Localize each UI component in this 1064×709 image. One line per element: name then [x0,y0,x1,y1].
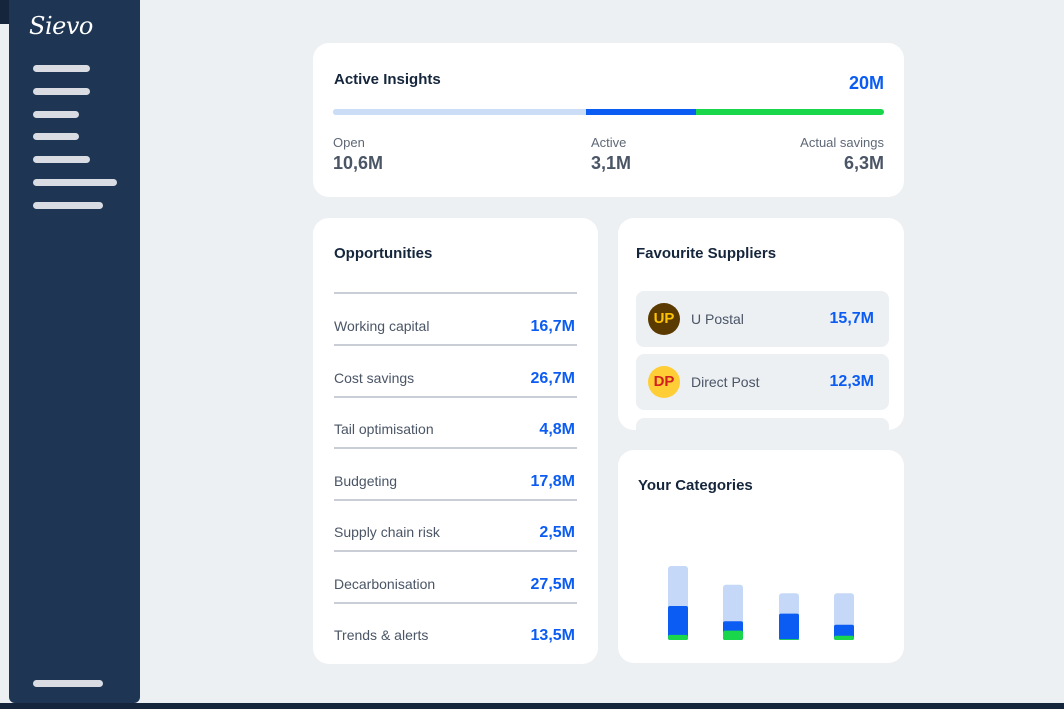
suppliers-title: Favourite Suppliers [636,245,777,262]
progress-savings-segment [696,109,884,115]
opportunity-row[interactable]: Working capital 16,7M [334,294,577,346]
supplier-row[interactable]: UP U Postal 15,7M [636,291,889,347]
supplier-avatar: DP [648,366,680,398]
open-label: Open [333,135,365,150]
opportunity-value: 26,7M [530,369,575,387]
supplier-name: Direct Post [691,374,760,390]
supplier-avatar: UP [648,303,680,335]
category-bar-savings [779,639,799,640]
opportunities-card: Opportunities Working capital 16,7M Cost s… [313,218,598,664]
category-bar-savings [723,630,743,640]
opportunity-label: Cost savings [334,369,415,386]
sidebar-item-7[interactable] [33,202,103,209]
active-value: 3,1M [591,153,632,173]
opportunity-label: Tail optimisation [334,421,434,437]
your-categories-card: Your Categories [618,450,904,663]
opportunity-value: 16,7M [530,318,575,335]
opportunity-label: Decarbonisation [334,575,436,592]
savings-label: Actual savings [800,135,884,150]
favourite-suppliers-card: Favourite Suppliers UP U Postal 15,7M DP… [618,218,904,430]
sidebar-item-1[interactable] [33,65,90,72]
category-bar-active [779,613,799,640]
opportunity-value: 17,8M [530,472,575,490]
active-insights-card: Active Insights 20M Open 10,6M Active 3,… [313,43,904,197]
opportunity-label: Working capital [334,318,430,334]
sidebar-item-3[interactable] [33,111,79,118]
opportunity-value: 13,5M [530,627,575,644]
progress-active-segment [586,109,696,115]
sidebar-item-5[interactable] [33,156,90,163]
sidebar: Sievo [9,0,140,703]
insights-progress-bar [333,109,884,115]
progress-open-segment [333,109,586,115]
opportunity-row[interactable]: Tail optimisation 4,8M [334,397,577,449]
sidebar-item-bottom[interactable] [33,680,103,687]
category-bar-savings [834,635,854,640]
sidebar-item-4[interactable] [33,133,79,140]
supplier-value: 15,7M [829,310,874,327]
supplier-row-partial[interactable] [636,418,889,430]
sidebar-item-6[interactable] [33,179,117,186]
opportunity-row[interactable]: Budgeting 17,8M [334,449,577,501]
supplier-name: U Postal [691,311,744,327]
categories-chart [668,566,854,640]
open-value: 10,6M [333,153,384,173]
corner-decoration [0,0,9,24]
active-label: Active [591,135,627,150]
supplier-row[interactable]: DP Direct Post 12,3M [636,354,889,410]
opportunity-value: 27,5M [530,575,575,593]
savings-value: 6,3M [843,153,884,173]
opportunity-value: 4,8M [539,421,575,438]
opportunity-row[interactable]: Cost savings 26,7M [334,346,577,398]
app-logo[interactable]: Sievo [29,12,93,40]
sidebar-item-2[interactable] [33,88,90,95]
opportunity-row[interactable]: Trends & alerts 13,5M [334,603,577,655]
opportunities-title: Opportunities [334,245,433,262]
opportunity-row[interactable]: Decarbonisation 27,5M [334,552,577,604]
opportunity-value: 2,5M [539,524,575,541]
opportunity-label: Supply chain risk [334,524,440,540]
opportunity-row[interactable]: Supply chain risk 2,5M [334,500,577,552]
supplier-value: 12,3M [829,373,874,390]
opportunity-label: Budgeting [334,472,398,489]
category-bar-savings [668,634,688,640]
bottom-bar [0,703,1064,709]
active-insights-total: 20M [848,73,884,93]
active-insights-title: Active Insights [334,71,441,88]
opportunity-label: Trends & alerts [334,627,429,643]
